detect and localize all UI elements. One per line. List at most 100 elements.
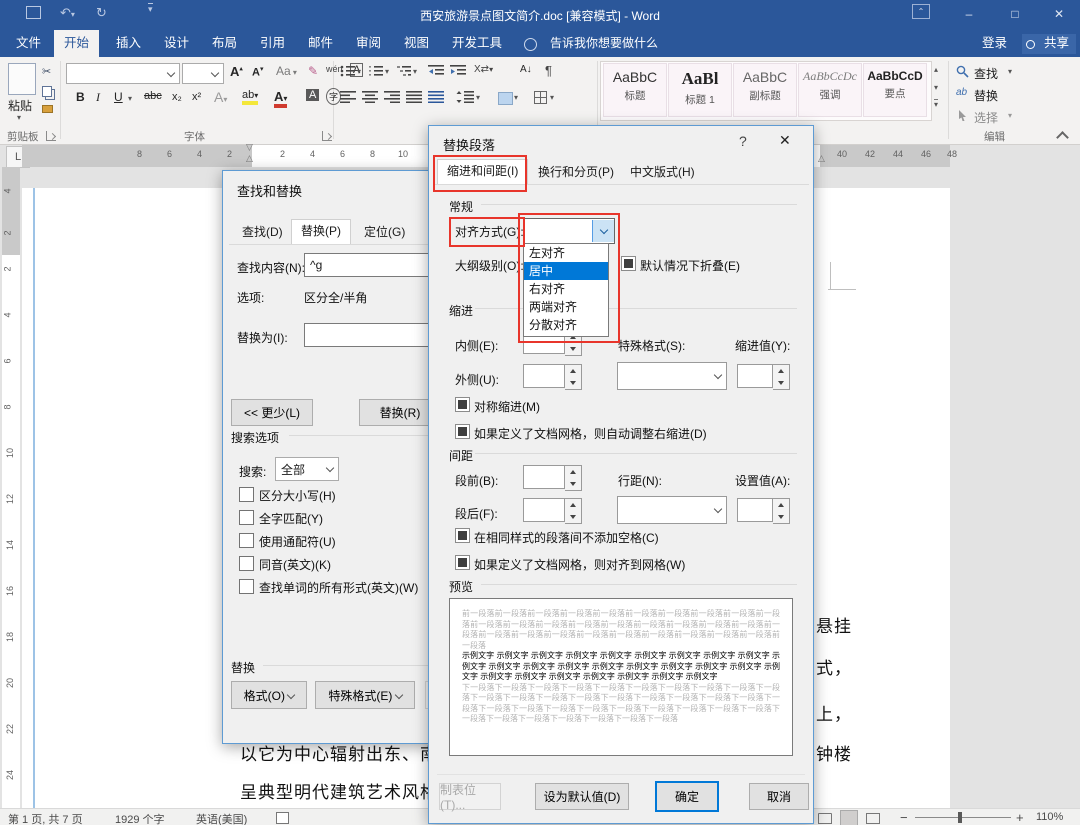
tab-layout[interactable]: 布局 xyxy=(202,30,247,57)
styles-scroll-down-icon[interactable]: ▾ xyxy=(934,83,938,92)
select-dropdown-icon[interactable]: ▾ xyxy=(1008,111,1012,120)
tab-replace[interactable]: 替换(P) xyxy=(291,219,351,245)
cut-icon[interactable]: ✂ xyxy=(42,65,51,78)
ribbon-display-options-icon[interactable]: ⌃ xyxy=(912,4,930,19)
special-button[interactable]: 特殊格式(E) xyxy=(315,681,415,709)
decrease-indent-icon[interactable] xyxy=(428,65,444,80)
find-dropdown-icon[interactable]: ▾ xyxy=(1008,67,1012,76)
character-shading-icon[interactable]: A xyxy=(306,89,320,101)
shrink-font-icon[interactable]: A▾ xyxy=(252,65,263,79)
borders-icon[interactable] xyxy=(534,91,547,107)
font-dialog-launcher-icon[interactable] xyxy=(322,131,332,141)
style-item-title[interactable]: AaBbC 标题 xyxy=(603,63,667,117)
space-after-spinner[interactable] xyxy=(523,498,582,524)
mirror-indents-checkbox[interactable] xyxy=(455,397,470,412)
whole-word-checkbox[interactable] xyxy=(239,510,254,525)
styles-more-icon[interactable]: ▾ xyxy=(934,99,939,109)
language-indicator[interactable]: 英语(美国) xyxy=(196,811,247,825)
paste-dropdown-icon[interactable]: ▾ xyxy=(17,113,21,122)
select-button[interactable]: 选择 xyxy=(974,109,998,126)
option-align-left[interactable]: 左对齐 xyxy=(524,244,608,262)
sign-in-button[interactable]: 登录 xyxy=(972,30,1017,57)
numbering-dropdown-icon[interactable]: ▾ xyxy=(385,67,389,76)
justify-icon[interactable] xyxy=(406,91,422,106)
paste-button[interactable]: 粘贴 xyxy=(8,97,32,114)
outside-spinner[interactable] xyxy=(523,364,582,390)
change-case-icon[interactable]: Aa ▾ xyxy=(276,64,297,78)
font-name-combobox[interactable] xyxy=(66,63,180,84)
page-indicator[interactable]: 第 1 页, 共 7 页 xyxy=(8,811,83,825)
font-size-combobox[interactable] xyxy=(182,63,224,84)
maximize-button[interactable]: □ xyxy=(1002,3,1028,25)
replace-button[interactable]: 替换 xyxy=(974,87,998,104)
option-align-right[interactable]: 右对齐 xyxy=(524,280,608,298)
hanging-indent-marker[interactable]: △ xyxy=(246,153,253,164)
style-item-strong[interactable]: AaBbCcD 要点 xyxy=(863,63,927,117)
search-scope-combobox[interactable]: 全部 xyxy=(275,457,339,481)
close-button[interactable]: ✕ xyxy=(1046,3,1072,25)
macro-recording-icon[interactable] xyxy=(276,812,289,824)
format-button[interactable]: 格式(O) xyxy=(231,681,307,709)
increase-indent-icon[interactable] xyxy=(450,65,466,80)
underline-button[interactable]: U xyxy=(114,90,123,104)
clear-format-icon[interactable]: ✎ xyxy=(308,64,318,78)
no-space-same-style-checkbox[interactable] xyxy=(455,528,470,543)
italic-button[interactable]: I xyxy=(96,90,100,105)
right-indent-marker[interactable]: △ xyxy=(818,153,825,164)
tab-mailings[interactable]: 邮件 xyxy=(298,30,343,57)
highlight-color-icon[interactable]: ab▾ xyxy=(242,89,259,105)
bullets-icon[interactable] xyxy=(340,65,356,80)
zoom-slider-thumb[interactable] xyxy=(958,812,962,823)
share-button[interactable]: 共享 xyxy=(1034,30,1079,57)
minimize-button[interactable]: – xyxy=(956,3,982,25)
alignment-combobox[interactable] xyxy=(523,218,615,244)
underline-dropdown-icon[interactable]: ▾ xyxy=(128,94,132,103)
first-line-indent-marker[interactable]: ▽ xyxy=(246,142,253,153)
zoom-level[interactable]: 110% xyxy=(1036,811,1063,823)
collapse-ribbon-icon[interactable] xyxy=(1056,131,1069,144)
less-button[interactable]: << 更少(L) xyxy=(231,399,313,426)
bold-button[interactable]: B xyxy=(76,90,85,104)
special-format-combobox[interactable] xyxy=(617,362,727,390)
tab-home[interactable]: 开始 xyxy=(54,30,100,57)
read-mode-icon[interactable] xyxy=(818,813,832,824)
at-spinner[interactable] xyxy=(737,498,790,524)
superscript-button[interactable]: x² xyxy=(192,91,201,103)
show-marks-icon[interactable]: ¶ xyxy=(545,63,552,78)
tab-design[interactable]: 设计 xyxy=(154,30,199,57)
font-color-icon[interactable]: A▾ xyxy=(274,89,288,108)
word-count[interactable]: 1929 个字 xyxy=(115,811,165,825)
clipboard-dialog-launcher-icon[interactable] xyxy=(46,131,56,141)
line-spacing-dropdown-icon[interactable]: ▾ xyxy=(476,93,480,102)
style-item-heading1[interactable]: AaBl 标题 1 xyxy=(668,63,732,117)
auto-right-indent-checkbox[interactable] xyxy=(455,424,470,439)
tab-file[interactable]: 文件 xyxy=(6,30,51,57)
asian-layout-icon[interactable]: X⇄▾ xyxy=(474,64,493,75)
bullets-dropdown-icon[interactable]: ▾ xyxy=(357,67,361,76)
multilevel-dropdown-icon[interactable]: ▾ xyxy=(413,67,417,76)
tell-me-box[interactable]: 告诉我你想要做什么 xyxy=(540,30,668,57)
print-layout-icon[interactable] xyxy=(840,810,858,825)
grow-font-icon[interactable]: A▴ xyxy=(230,64,243,79)
tab-review[interactable]: 审阅 xyxy=(346,30,391,57)
find-button[interactable]: 查找 xyxy=(974,65,998,82)
borders-dropdown-icon[interactable]: ▾ xyxy=(550,93,554,102)
collapsed-by-default-checkbox[interactable] xyxy=(621,256,636,271)
align-left-icon[interactable] xyxy=(340,91,356,106)
close-icon[interactable]: ✕ xyxy=(779,132,791,149)
numbering-icon[interactable] xyxy=(368,65,384,80)
help-icon[interactable]: ? xyxy=(739,133,747,149)
line-spacing-icon[interactable] xyxy=(456,91,474,106)
cancel-button[interactable]: 取消 xyxy=(749,783,809,810)
shading-icon[interactable] xyxy=(498,92,513,105)
sort-icon[interactable]: A↓ xyxy=(520,64,532,75)
dialog-title[interactable]: 替换段落 xyxy=(443,135,495,154)
sounds-like-checkbox[interactable] xyxy=(239,556,254,571)
tab-goto[interactable]: 定位(G) xyxy=(355,221,414,244)
format-painter-icon[interactable] xyxy=(42,105,53,113)
text-effects-icon[interactable]: A▾ xyxy=(214,89,227,105)
shading-dropdown-icon[interactable]: ▾ xyxy=(514,93,518,102)
subscript-button[interactable]: x₂ xyxy=(172,91,182,103)
tab-references[interactable]: 引用 xyxy=(250,30,295,57)
strikethrough-button[interactable]: abc xyxy=(144,90,162,102)
